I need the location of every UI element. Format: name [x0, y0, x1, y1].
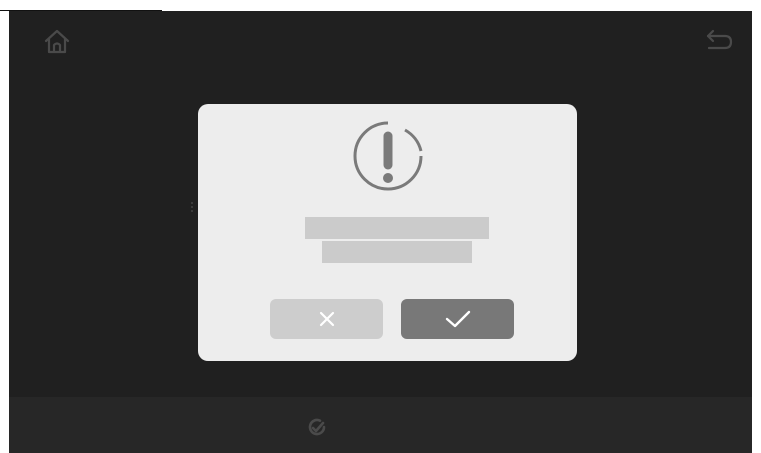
- confirm-button[interactable]: [401, 299, 514, 339]
- dialog-message-line-2: [322, 241, 472, 263]
- checkmark-icon: [445, 310, 470, 328]
- confirm-dialog: [198, 104, 577, 361]
- device-screen: [9, 11, 752, 453]
- page: [0, 0, 761, 453]
- close-icon: [319, 311, 334, 327]
- alert-circle-icon: [353, 121, 423, 191]
- cancel-button[interactable]: [270, 299, 383, 339]
- dialog-message-line-1: [305, 217, 489, 239]
